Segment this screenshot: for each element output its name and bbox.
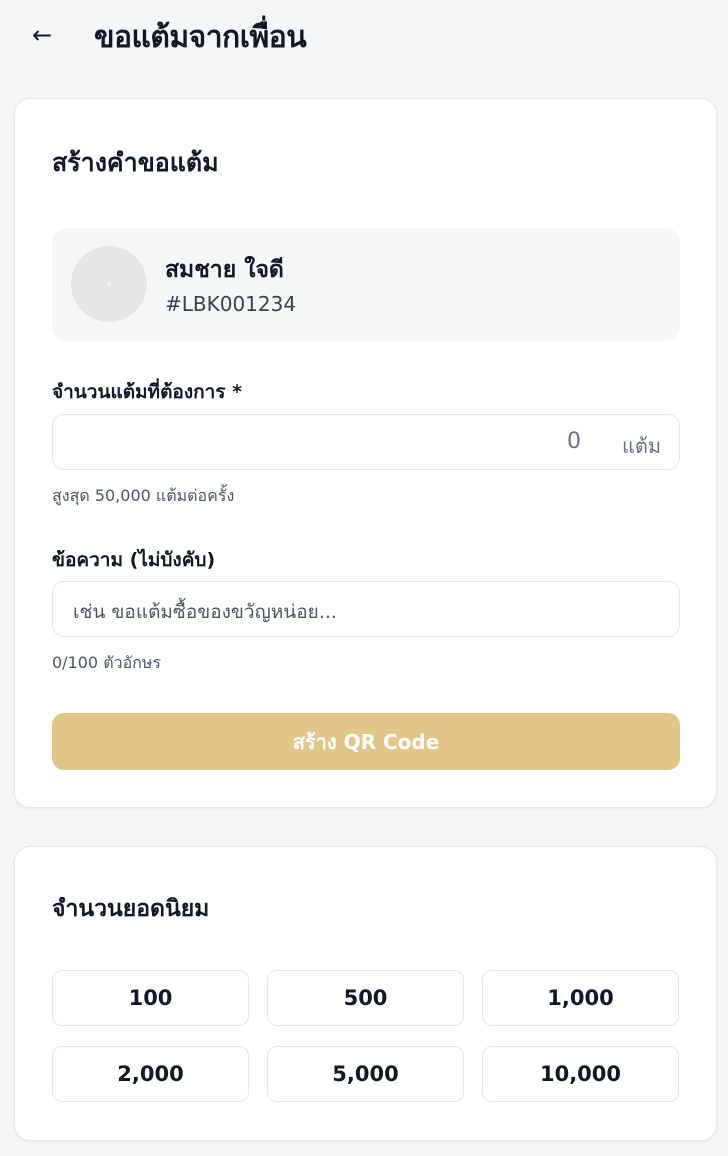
friend-name: สมชาย ใจดี — [165, 257, 284, 283]
preset-button[interactable]: 10,000 — [482, 1046, 679, 1102]
message-label: ข้อความ (ไม่บังคับ) — [52, 549, 216, 571]
message-counter: 0/100 ตัวอักษร — [52, 653, 162, 672]
card-title: จำนวนยอดนิยม — [52, 896, 210, 922]
preset-button[interactable]: 5,000 — [267, 1046, 464, 1102]
create-request-card: สร้างคำขอแต้ม สมชาย ใจดี #LBK001234 จำนว… — [14, 98, 717, 808]
preset-button[interactable]: 1,000 — [482, 970, 679, 1026]
amount-hint: สูงสุด 50,000 แต้มต่อครั้ง — [52, 486, 235, 505]
header: ← ขอแต้มจากเพื่อน — [0, 0, 728, 72]
message-input[interactable]: เช่น ขอแต้มซื้อของขวัญหน่อย... — [52, 581, 680, 637]
popular-amounts-card: จำนวนยอดนิยม 100 500 1,000 2,000 5,000 1… — [14, 846, 717, 1141]
friend-info: สมชาย ใจดี #LBK001234 — [52, 228, 680, 341]
message-placeholder: เช่น ขอแต้มซื้อของขวัญหน่อย... — [73, 601, 337, 623]
preset-button[interactable]: 100 — [52, 970, 249, 1026]
amount-value: 0 — [567, 429, 581, 454]
back-arrow-icon[interactable]: ← — [28, 18, 56, 52]
page-title: ขอแต้มจากเพื่อน — [94, 20, 307, 55]
friend-id: #LBK001234 — [165, 292, 297, 316]
amount-input[interactable]: 0 แต้ม — [52, 414, 680, 470]
create-qr-button[interactable]: สร้าง QR Code — [52, 713, 680, 770]
amount-unit: แต้ม — [621, 434, 661, 458]
amount-label: จำนวนแต้มที่ต้องการ * — [52, 381, 243, 403]
avatar — [71, 246, 147, 322]
preset-button[interactable]: 2,000 — [52, 1046, 249, 1102]
card-title: สร้างคำขอแต้ม — [52, 148, 219, 177]
preset-button[interactable]: 500 — [267, 970, 464, 1026]
avatar-placeholder-icon — [107, 282, 111, 286]
